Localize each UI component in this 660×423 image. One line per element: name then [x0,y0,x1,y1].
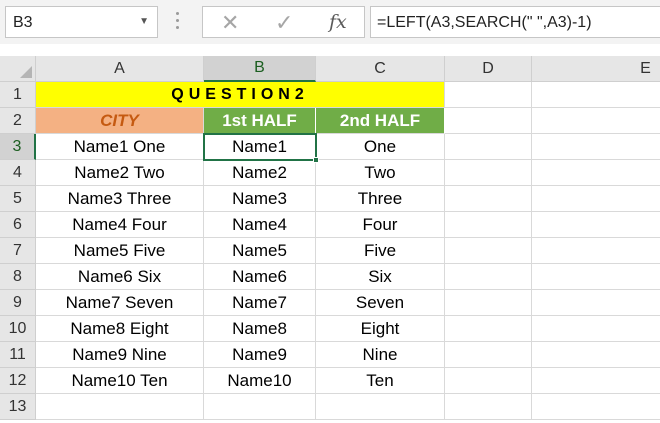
empty-cell[interactable] [532,238,660,264]
title-cell[interactable]: QUESTION2 [36,82,445,108]
empty-cell[interactable] [532,290,660,316]
cell-first[interactable]: Name9 [204,342,316,368]
cell-city[interactable]: Name7 Seven [36,290,204,316]
column-header-b[interactable]: B [204,56,316,82]
row-header-3[interactable]: 3 [0,134,36,160]
empty-cell[interactable] [532,108,660,134]
empty-cell[interactable] [532,134,660,160]
empty-cell[interactable] [445,394,532,420]
cell-second[interactable]: Seven [316,290,445,316]
grip-handle-icon[interactable] [175,12,181,32]
name-box[interactable]: B3 ▼ [5,6,158,38]
column-header-c[interactable]: C [316,56,445,82]
row-header-1[interactable]: 1 [0,82,36,108]
cell-first[interactable]: Name10 [204,368,316,394]
cell-first[interactable]: Name2 [204,160,316,186]
column-header-e[interactable]: E [532,56,660,82]
empty-cell[interactable] [445,342,532,368]
cell-second[interactable]: Four [316,212,445,238]
cell-first[interactable]: Name8 [204,316,316,342]
empty-cell[interactable] [532,342,660,368]
chevron-down-icon[interactable]: ▼ [139,16,149,27]
cell-first[interactable]: Name4 [204,212,316,238]
cell-city[interactable]: Name8 Eight [36,316,204,342]
empty-cell[interactable] [532,82,660,108]
cell-city[interactable]: Name4 Four [36,212,204,238]
empty-cell[interactable] [445,264,532,290]
formula-bar: B3 ▼ ✕ ✓ fx =LEFT(A3,SEARCH(" ",A3)-1) [0,0,660,44]
cell-first[interactable]: Name3 [204,186,316,212]
row-header-6[interactable]: 6 [0,212,36,238]
column-header-d[interactable]: D [445,56,532,82]
empty-cell[interactable] [445,108,532,134]
cell-city[interactable]: Name9 Nine [36,342,204,368]
cancel-icon[interactable]: ✕ [221,10,239,36]
cell-city[interactable]: Name1 One [36,134,204,160]
cell-second[interactable]: Two [316,160,445,186]
header-city[interactable]: CITY [36,108,204,134]
cell-city[interactable]: Name10 Ten [36,368,204,394]
column-header-a[interactable]: A [36,56,204,82]
row-header-8[interactable]: 8 [0,264,36,290]
empty-cell[interactable] [445,238,532,264]
spreadsheet-grid: A B C D E 1 2 3 4 5 6 7 8 9 10 11 12 13 … [0,56,660,423]
empty-cell[interactable] [532,394,660,420]
empty-cell[interactable] [445,290,532,316]
row-header-7[interactable]: 7 [0,238,36,264]
empty-cell[interactable] [316,394,445,420]
row-header-2[interactable]: 2 [0,108,36,134]
header-first-half[interactable]: 1st HALF [204,108,316,134]
cell-second[interactable]: Ten [316,368,445,394]
empty-cell[interactable] [445,82,532,108]
row-header-11[interactable]: 11 [0,342,36,368]
formula-input[interactable]: =LEFT(A3,SEARCH(" ",A3)-1) [370,6,660,38]
row-header-13[interactable]: 13 [0,394,36,420]
cell-second[interactable]: Six [316,264,445,290]
formula-text: =LEFT(A3,SEARCH(" ",A3)-1) [377,14,592,31]
empty-cell[interactable] [532,186,660,212]
empty-cell[interactable] [532,160,660,186]
empty-cell[interactable] [445,368,532,394]
row-header-5[interactable]: 5 [0,186,36,212]
enter-icon[interactable]: ✓ [275,10,293,36]
empty-cell[interactable] [445,212,532,238]
header-second-half[interactable]: 2nd HALF [316,108,445,134]
row-header-4[interactable]: 4 [0,160,36,186]
formula-buttons: ✕ ✓ fx [202,6,365,38]
cell-second[interactable]: Eight [316,316,445,342]
cell-city[interactable]: Name2 Two [36,160,204,186]
row-header-9[interactable]: 9 [0,290,36,316]
empty-cell[interactable] [445,160,532,186]
cell-first[interactable]: Name1 [204,134,316,160]
empty-cell[interactable] [36,394,204,420]
row-header-10[interactable]: 10 [0,316,36,342]
empty-cell[interactable] [445,134,532,160]
empty-cell[interactable] [445,316,532,342]
empty-cell[interactable] [532,264,660,290]
cell-second[interactable]: Five [316,238,445,264]
empty-cell[interactable] [532,316,660,342]
insert-function-icon[interactable]: fx [329,11,347,33]
cell-city[interactable]: Name3 Three [36,186,204,212]
row-header-12[interactable]: 12 [0,368,36,394]
cell-first[interactable]: Name7 [204,290,316,316]
cell-city[interactable]: Name5 Five [36,238,204,264]
cell-second[interactable]: One [316,134,445,160]
empty-cell[interactable] [445,186,532,212]
cell-second[interactable]: Three [316,186,445,212]
empty-cell[interactable] [532,368,660,394]
empty-cell[interactable] [532,212,660,238]
name-box-value: B3 [13,14,33,31]
cell-city[interactable]: Name6 Six [36,264,204,290]
cell-first[interactable]: Name5 [204,238,316,264]
cell-first[interactable]: Name6 [204,264,316,290]
cell-second[interactable]: Nine [316,342,445,368]
select-all-button[interactable] [0,56,36,82]
empty-cell[interactable] [204,394,316,420]
